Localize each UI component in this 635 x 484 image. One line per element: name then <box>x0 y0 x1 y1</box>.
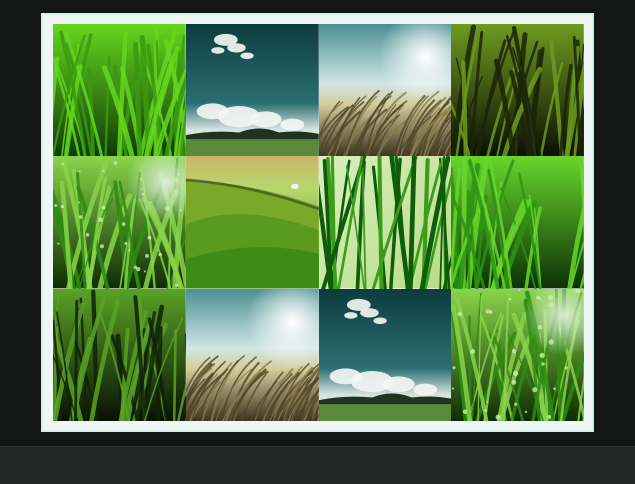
photo-tile-sky-clouds-teal[interactable] <box>185 24 319 157</box>
photo-tile-grass-blades-light[interactable] <box>318 156 452 289</box>
photo-tile-grass-dew-drops-2[interactable] <box>451 288 584 421</box>
photo-grass-dew-drops <box>53 156 186 289</box>
photo-tile-grass-dew-drops[interactable] <box>53 156 186 289</box>
stage <box>0 0 635 446</box>
photo-grid-frame <box>43 15 592 430</box>
photo-tile-grass-dark-green[interactable] <box>53 288 186 421</box>
photo-tile-grass-dark-olive[interactable] <box>451 24 584 157</box>
photo-grass-closeup-bright <box>53 24 186 157</box>
photo-tile-wheat-sunlight[interactable] <box>318 24 452 157</box>
photo-wheat-sunlight <box>318 24 452 157</box>
photo-grass-closeup-vivid <box>451 156 584 289</box>
photo-grass-dark-green <box>53 288 186 421</box>
photo-grass-blades-light <box>318 156 452 289</box>
photo-tile-grass-closeup-bright[interactable] <box>53 24 186 157</box>
photo-wheat-sunlight-2 <box>185 288 319 421</box>
photo-grass-dew-drops-2 <box>451 288 584 421</box>
photo-grid <box>53 24 584 421</box>
photo-grass-dark-olive <box>451 24 584 157</box>
photo-tile-wheat-sunlight-2[interactable] <box>185 288 319 421</box>
photo-rolling-green-hills <box>185 156 319 289</box>
photo-sky-clouds-teal <box>185 24 319 157</box>
photo-tile-grass-closeup-vivid[interactable] <box>451 156 584 289</box>
photo-sky-clouds-teal-2 <box>318 288 452 421</box>
photo-tile-rolling-green-hills[interactable] <box>185 156 319 289</box>
bottom-bar <box>0 446 635 484</box>
photo-tile-sky-clouds-teal-2[interactable] <box>318 288 452 421</box>
